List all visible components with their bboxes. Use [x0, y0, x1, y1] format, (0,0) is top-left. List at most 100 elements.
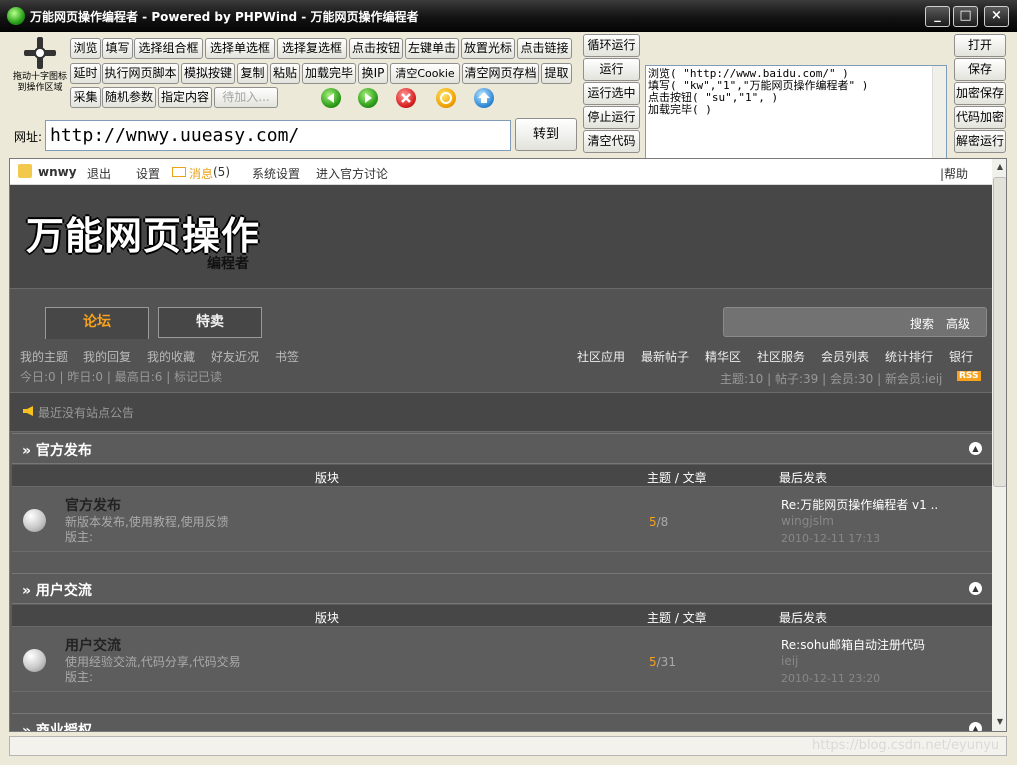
browse-button[interactable]: 浏览 [70, 38, 101, 59]
logout-link[interactable]: 退出 [87, 165, 111, 182]
stop-icon[interactable] [396, 88, 416, 108]
section-header-official[interactable]: » 官方发布 ▲ [12, 433, 992, 464]
select-combo-button[interactable]: 选择组合框 [134, 38, 203, 59]
fill-button[interactable]: 填写 [102, 38, 133, 59]
last-post-user[interactable]: wingjslm [781, 514, 834, 528]
select-checkbox-button[interactable]: 选择复选框 [277, 38, 347, 59]
left-click-button[interactable]: 左键单击 [405, 38, 459, 59]
click-button-button[interactable]: 点击按钮 [349, 38, 403, 59]
notice-text: 最近没有站点公告 [38, 406, 135, 420]
open-button[interactable]: 打开 [954, 34, 1006, 57]
place-cursor-button[interactable]: 放置光标 [461, 38, 515, 59]
specify-content-button[interactable]: 指定内容 [158, 87, 212, 108]
collapse-icon[interactable]: ▲ [969, 442, 982, 455]
section-header-license[interactable]: » 商业授权 ▲ [12, 713, 992, 731]
paste-button[interactable]: 粘贴 [270, 63, 300, 84]
random-params-button[interactable]: 随机参数 [102, 87, 156, 108]
script-text[interactable]: 浏览( "http://www.baidu.com/" ) 填写( "kw","… [648, 68, 930, 116]
advanced-search-link[interactable]: 高级 [946, 315, 970, 332]
select-radio-button[interactable]: 选择单选框 [205, 38, 275, 59]
minimize-button[interactable]: _ [925, 6, 950, 27]
encrypt-save-button[interactable]: 加密保存 [954, 82, 1006, 105]
clear-cache-button[interactable]: 清空网页存档 [462, 63, 539, 84]
home-icon[interactable] [474, 88, 494, 108]
toolbar-area: 拖动十字图标到操作区域 浏览 填写 选择组合框 选择单选框 选择复选框 点击按钮… [0, 32, 1017, 183]
move-crosshair-widget[interactable]: 拖动十字图标到操作区域 [12, 35, 68, 113]
delay-button[interactable]: 延时 [70, 63, 101, 84]
click-link-button[interactable]: 点击链接 [517, 38, 572, 59]
nav-apps-link[interactable]: 社区应用 [577, 348, 625, 365]
rss-badge[interactable]: RSS [957, 371, 981, 381]
crosshair-icon[interactable] [24, 37, 56, 69]
back-icon[interactable] [321, 88, 341, 108]
forum-name[interactable]: 官方发布 [65, 495, 121, 515]
stop-run-button[interactable]: 停止运行 [583, 106, 640, 129]
settings-link[interactable]: 设置 [136, 165, 160, 182]
forum-row-users[interactable]: 用户交流 使用经验交流,代码分享,代码交易 版主: 5/31 Re:sohu邮箱… [12, 628, 992, 692]
address-input[interactable]: http://wnwy.uueasy.com/ [45, 120, 511, 151]
col-last: 最后发表 [779, 471, 828, 485]
maximize-button[interactable]: □ [953, 6, 978, 27]
encrypt-code-button[interactable]: 代码加密 [954, 106, 1006, 129]
friends-link[interactable]: 好友近况 [211, 348, 259, 365]
official-forum-link[interactable]: 进入官方讨论 [316, 165, 388, 182]
close-button[interactable]: × [984, 6, 1009, 27]
save-button[interactable]: 保存 [954, 58, 1006, 81]
username-link[interactable]: wnwy [38, 165, 77, 179]
browser-view[interactable]: wnwy 退出 设置 消息 (5) 系统设置 进入官方讨论 |帮助 万能网页操作… [9, 158, 1007, 732]
go-button[interactable]: 转到 [515, 118, 577, 151]
run-selected-button[interactable]: 运行选中 [583, 82, 640, 105]
nav-bank-link[interactable]: 银行 [949, 348, 973, 365]
browser-scrollbar[interactable]: ▲ ▼ [992, 159, 1006, 731]
search-link[interactable]: 搜索 [910, 315, 934, 332]
collapse-icon[interactable]: ▲ [969, 582, 982, 595]
nav-members-link[interactable]: 会员列表 [821, 348, 869, 365]
run-button[interactable]: 运行 [583, 58, 640, 81]
bookmarks-link[interactable]: 书签 [275, 348, 299, 365]
col-board: 版块 [315, 471, 340, 485]
change-ip-button[interactable]: 换IP [358, 63, 388, 84]
simulate-key-button[interactable]: 模拟按键 [181, 63, 235, 84]
scroll-thumb[interactable] [993, 177, 1006, 487]
script-vscrollbar[interactable] [932, 66, 946, 168]
nav-rank-link[interactable]: 统计排行 [885, 348, 933, 365]
exec-script-button[interactable]: 执行网页脚本 [102, 63, 179, 84]
scroll-down-icon[interactable]: ▼ [993, 717, 1006, 729]
section-header-users[interactable]: » 用户交流 ▲ [12, 573, 992, 604]
collapse-icon[interactable]: ▲ [969, 722, 982, 731]
forum-name[interactable]: 用户交流 [65, 635, 121, 655]
last-post-user[interactable]: ieij [781, 654, 798, 668]
section-title[interactable]: » 用户交流 [22, 580, 92, 600]
load-complete-button[interactable]: 加载完毕 [302, 63, 356, 84]
site-logo-sub: 编程者 [207, 256, 249, 272]
loop-run-button[interactable]: 循环运行 [583, 34, 640, 57]
section-title[interactable]: » 商业授权 [22, 720, 92, 731]
clear-code-button[interactable]: 清空代码 [583, 130, 640, 153]
clear-cookie-button[interactable]: 清空Cookie [390, 63, 460, 84]
tab-sale[interactable]: 特卖 [158, 307, 262, 338]
help-link[interactable]: |帮助 [940, 165, 968, 182]
messages-link[interactable]: 消息 [189, 165, 213, 182]
site-logo[interactable]: 万能网页操作 [26, 205, 260, 260]
my-replies-link[interactable]: 我的回复 [83, 348, 131, 365]
nav-services-link[interactable]: 社区服务 [757, 348, 805, 365]
my-topics-link[interactable]: 我的主题 [20, 348, 68, 365]
scroll-up-icon[interactable]: ▲ [993, 162, 1006, 174]
my-favorites-link[interactable]: 我的收藏 [147, 348, 195, 365]
forward-icon[interactable] [358, 88, 378, 108]
refresh-icon[interactable] [436, 88, 456, 108]
tab-forum[interactable]: 论坛 [45, 307, 149, 339]
last-post-link[interactable]: Re:sohu邮箱自动注册代码 [781, 636, 925, 653]
collect-button[interactable]: 采集 [70, 87, 101, 108]
search-box[interactable]: 搜索 高级 [723, 307, 987, 337]
forum-row-official[interactable]: 官方发布 新版本发布,使用教程,使用反馈 版主: 5/8 Re:万能网页操作编程… [12, 488, 992, 552]
message-count: (5) [213, 165, 230, 179]
system-settings-link[interactable]: 系统设置 [252, 165, 300, 182]
decrypt-run-button[interactable]: 解密运行 [954, 130, 1006, 153]
extract-button[interactable]: 提取 [541, 63, 572, 84]
nav-latest-link[interactable]: 最新帖子 [641, 348, 689, 365]
copy-button[interactable]: 复制 [237, 63, 268, 84]
nav-digest-link[interactable]: 精华区 [705, 348, 741, 365]
section-title[interactable]: » 官方发布 [22, 440, 92, 460]
last-post-link[interactable]: Re:万能网页操作编程者 v1 .. [781, 496, 938, 513]
